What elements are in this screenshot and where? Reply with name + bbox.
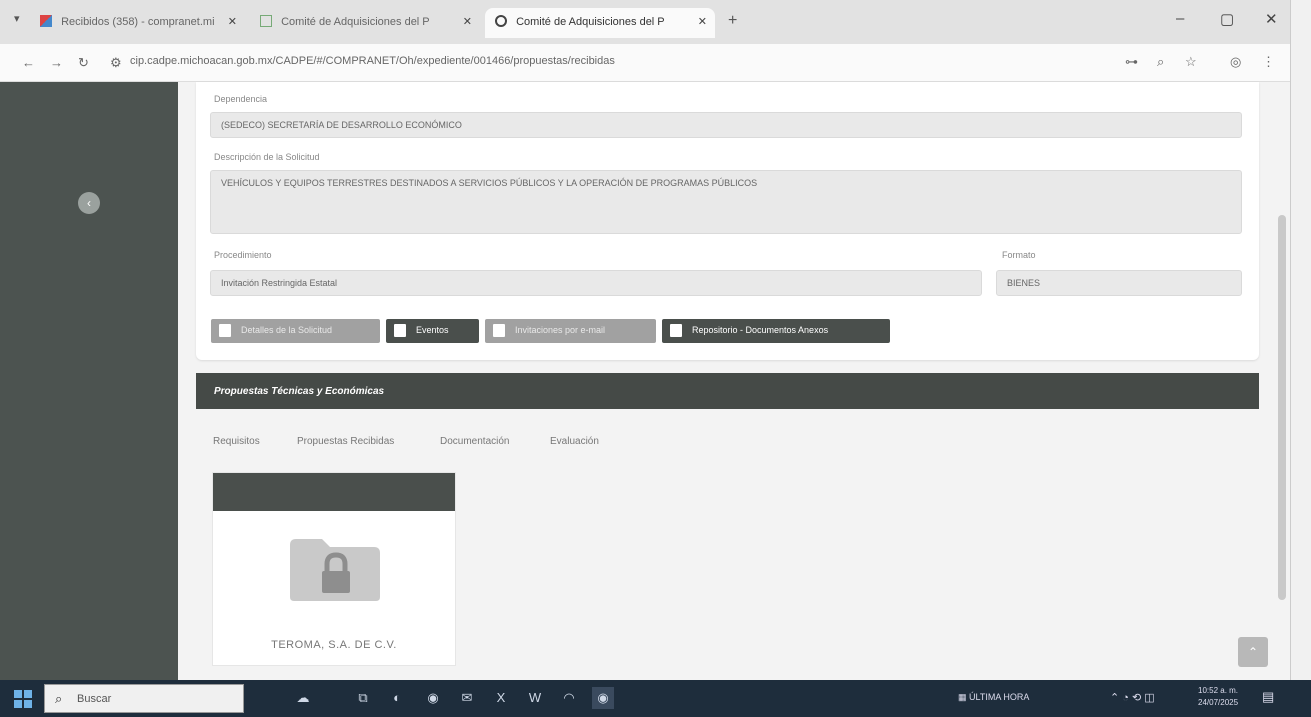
url-field[interactable]: cip.cadpe.michoacan.gob.mx/CADPE/#/COMPR…: [130, 55, 615, 67]
star-icon[interactable]: ☆: [1185, 54, 1197, 70]
archive-icon: [670, 324, 682, 337]
tab-label: Comité de Adquisiciones del P: [281, 16, 430, 28]
tab-documentacion[interactable]: Documentación: [440, 436, 509, 447]
proposal-company-name: TEROMA, S.A. DE C.V.: [271, 639, 397, 651]
proposal-card-header: [213, 473, 455, 511]
maximize-icon[interactable]: ▢: [1220, 10, 1234, 28]
gmail-icon: [40, 15, 52, 27]
button-label: Eventos: [416, 325, 449, 335]
weather-widget-icon[interactable]: ☁: [292, 687, 314, 709]
close-icon[interactable]: ✕: [228, 15, 237, 28]
address-bar: ← → ↻ ⚙ cip.cadpe.michoacan.gob.mx/CADPE…: [0, 44, 1290, 82]
tab-label: Recibidos (358) - compranet.mi: [61, 16, 215, 28]
notifications-icon[interactable]: ▤: [1262, 689, 1274, 705]
locked-folder-icon: [290, 539, 380, 601]
news-label: ÚLTIMA HORA: [969, 692, 1030, 702]
window-close-icon[interactable]: ✕: [1265, 10, 1278, 28]
close-icon[interactable]: ✕: [463, 15, 472, 28]
sidebar: ‹: [0, 82, 178, 680]
taskbar-clock[interactable]: 10:52 a. m. 24/07/2025: [1198, 685, 1238, 709]
button-label: Invitaciones por e-mail: [515, 325, 606, 335]
taskbar-search-label: Buscar: [77, 693, 112, 705]
chrome-icon[interactable]: ◉: [422, 687, 444, 709]
email-icon: [493, 324, 505, 337]
app-icon[interactable]: ◠: [558, 687, 580, 709]
mail-icon[interactable]: ✉: [456, 687, 478, 709]
tab-evaluacion[interactable]: Evaluación: [550, 436, 599, 447]
extensions-icon[interactable]: ◎: [1230, 54, 1241, 70]
taskbar: ⌕ Buscar ☁ ⧉ ◐ ◉ ✉ X W ◠ ◉ ▦ ÚLTIMA HORA…: [0, 680, 1311, 717]
windows-start-icon[interactable]: [14, 690, 32, 708]
taskbar-search-box[interactable]: ⌕ Buscar: [44, 684, 244, 713]
globe-icon: [495, 15, 507, 27]
button-label: Detalles de la Solicitud: [241, 325, 333, 335]
search-icon: ⌕: [55, 691, 63, 706]
repositorio-documentos-button[interactable]: Repositorio - Documentos Anexos: [662, 319, 890, 343]
edge-browser-icon[interactable]: ◐: [386, 687, 408, 709]
procedimiento-label: Procedimiento: [214, 250, 272, 260]
word-icon[interactable]: W: [524, 687, 546, 709]
browser-tab-strip: ▾ Recibidos (358) - compranet.mi ✕ Comit…: [0, 0, 1290, 44]
tab-label: Comité de Adquisiciones del P: [516, 16, 665, 28]
procedimiento-field[interactable]: Invitación Restringida Estatal: [210, 270, 982, 296]
proposal-card[interactable]: TEROMA, S.A. DE C.V.: [212, 472, 456, 666]
tab-requisitos[interactable]: Requisitos: [213, 436, 260, 447]
key-icon[interactable]: ⊶: [1125, 54, 1138, 70]
minimize-icon[interactable]: –: [1176, 10, 1184, 27]
invitaciones-email-button[interactable]: Invitaciones por e-mail: [485, 319, 656, 343]
excel-icon[interactable]: X: [490, 687, 512, 709]
descripcion-label: Descripción de la Solicitud: [214, 152, 320, 162]
back-arrow-icon[interactable]: ←: [22, 55, 35, 70]
reload-icon[interactable]: ↻: [78, 55, 89, 71]
page-scrollbar[interactable]: [1278, 215, 1286, 600]
page-icon: [260, 15, 272, 27]
tab-propuestas-recibidas[interactable]: Propuestas Recibidas: [297, 436, 394, 447]
chrome-active-icon[interactable]: ◉: [592, 687, 614, 709]
clock-time: 10:52 a. m.: [1198, 686, 1239, 695]
collapse-sidebar-icon[interactable]: ‹: [78, 192, 100, 214]
button-label: Repositorio - Documentos Anexos: [692, 325, 829, 335]
calendar-icon: [394, 324, 406, 337]
dependencia-label: Dependencia: [214, 94, 268, 104]
browser-tab-comite-1[interactable]: Comité de Adquisiciones del P ✕: [250, 8, 480, 38]
scroll-to-top-button[interactable]: ⌃: [1238, 637, 1268, 667]
document-icon: [219, 324, 231, 337]
clock-date: 24/07/2025: [1198, 698, 1239, 707]
eventos-button[interactable]: Eventos: [386, 319, 479, 343]
new-tab-plus-icon[interactable]: +: [728, 12, 737, 30]
zoom-icon[interactable]: ⌕: [1157, 54, 1164, 70]
formato-label: Formato: [1002, 250, 1036, 260]
more-icon[interactable]: ⋮: [1262, 54, 1275, 70]
task-view-icon[interactable]: ⧉: [352, 687, 374, 709]
news-widget[interactable]: ▦ ÚLTIMA HORA: [958, 692, 1029, 703]
forward-arrow-icon[interactable]: →: [50, 55, 63, 70]
page-right-edge: [1290, 0, 1311, 680]
formato-field[interactable]: BIENES: [996, 270, 1242, 296]
tab-search-chevron-down-icon[interactable]: ▾: [14, 12, 20, 25]
system-tray-icons[interactable]: ⌃ ◔ ⟲ ◫: [1110, 691, 1155, 704]
site-info-icon[interactable]: ⚙: [110, 55, 122, 71]
detalles-solicitud-button[interactable]: Detalles de la Solicitud: [211, 319, 380, 343]
browser-tab-comite-active[interactable]: Comité de Adquisiciones del P ✕: [485, 8, 715, 38]
browser-tab-recibidos[interactable]: Recibidos (358) - compranet.mi ✕: [30, 8, 245, 38]
dependencia-field[interactable]: (SEDECO) SECRETARÍA DE DESARROLLO ECONÓM…: [210, 112, 1242, 138]
descripcion-textarea[interactable]: VEHÍCULOS Y EQUIPOS TERRESTRES DESTINADO…: [210, 170, 1242, 234]
section-header: Propuestas Técnicas y Económicas: [196, 373, 1259, 409]
close-icon[interactable]: ✕: [698, 15, 707, 28]
